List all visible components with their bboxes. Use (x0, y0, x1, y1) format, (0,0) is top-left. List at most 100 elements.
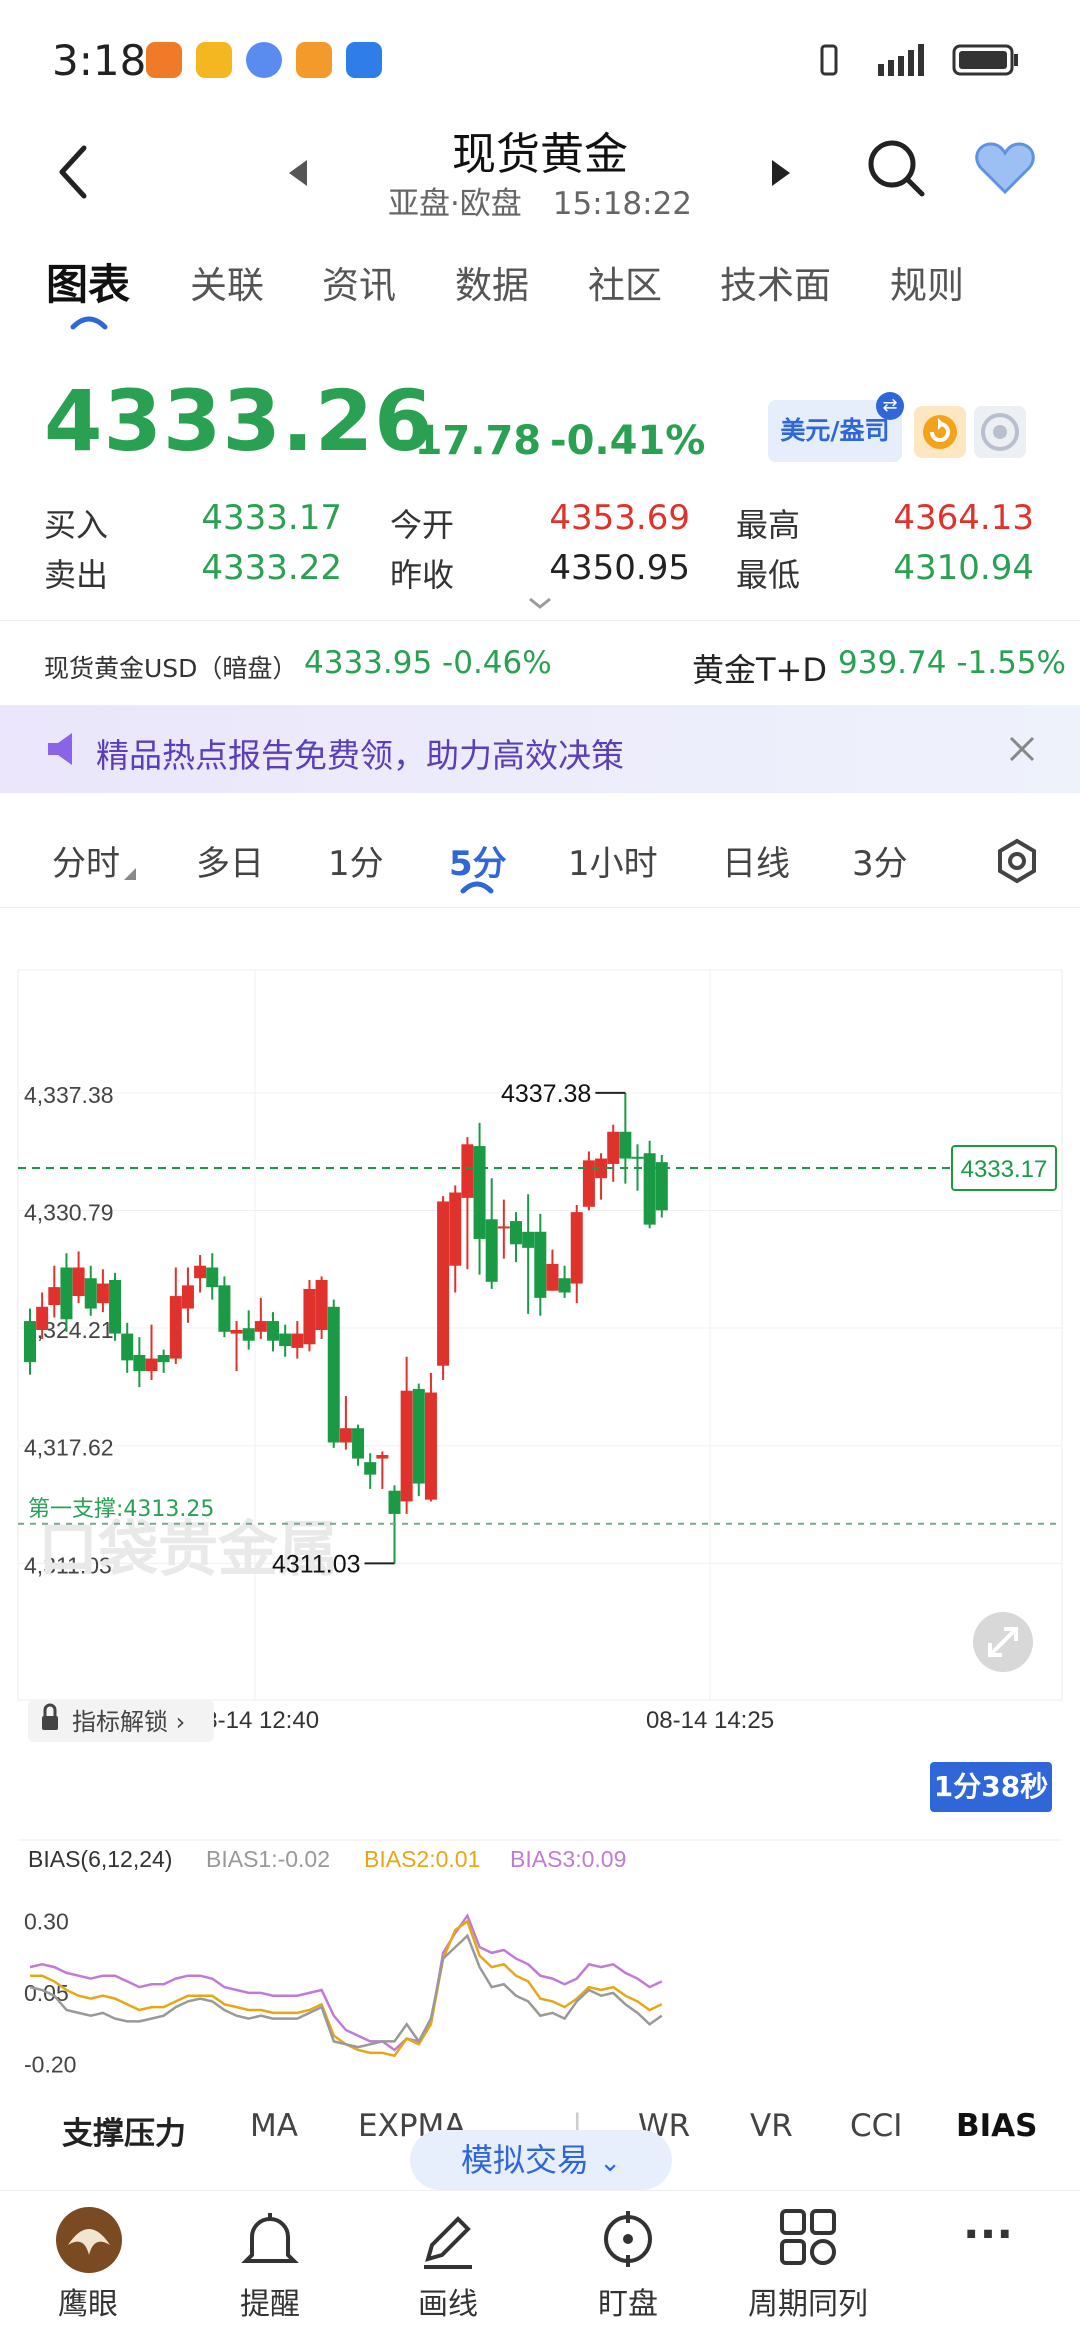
expand-chevron-icon[interactable] (526, 596, 554, 610)
search-icon[interactable] (866, 138, 926, 198)
dark-pool-label: 现货黄金USD（暗盘） (44, 654, 298, 683)
swap-icon[interactable]: ⇄ (876, 392, 904, 420)
period-active-indicator (460, 881, 494, 894)
bias2-label: BIAS2:0.01 (364, 1846, 480, 1872)
low-marker-label: 4311.03 (272, 1550, 361, 1578)
candle-body (619, 1131, 632, 1159)
period-1hour[interactable]: 1小时 (568, 836, 658, 885)
period-multiday[interactable]: 多日 (196, 836, 264, 885)
chevron-down-circle-icon: ⌄ (599, 2148, 621, 2178)
indicator-unlock-label: 指标解锁 › (72, 1708, 185, 1736)
bulb-icon (346, 42, 382, 78)
dropdown-triangle-icon (124, 868, 136, 880)
tool-vr[interactable]: VR (750, 2108, 793, 2144)
megaphone-icon (48, 733, 72, 765)
sim-trade-label: 模拟交易 (461, 2141, 590, 2179)
candle-body (24, 1321, 36, 1363)
low-value: 4310.94 (893, 548, 1034, 588)
price-change-pct: -0.41% (550, 418, 706, 464)
bias2-line (30, 1919, 663, 2058)
candle-body (424, 1392, 437, 1500)
candle-body (36, 1306, 49, 1330)
app-notify-icon (146, 42, 182, 78)
candle-body (60, 1267, 73, 1320)
td-label[interactable]: 黄金T+D (692, 645, 827, 691)
candle-body (315, 1280, 328, 1330)
tab-related[interactable]: 关联 (190, 255, 264, 309)
tool-ma[interactable]: MA (250, 2108, 298, 2144)
candle-body (364, 1462, 377, 1475)
sim-trade-button[interactable]: 模拟交易 ⌄ (410, 2130, 672, 2190)
period-3min[interactable]: 3分 (852, 836, 908, 885)
candle-body (510, 1221, 522, 1245)
replay-icon[interactable] (914, 406, 966, 458)
last-price: 4333.26 (44, 372, 434, 470)
candle-body (437, 1201, 450, 1366)
high-label: 最高 (736, 506, 801, 544)
bid-value: 4333.17 (201, 498, 342, 538)
tool-support[interactable]: 支撑压力 (62, 2108, 186, 2153)
candle-body (607, 1131, 620, 1164)
bias-title: BIAS(6,12,24) (28, 1846, 172, 1872)
quote-panel: 4333.26 -17.78 -0.41% 美元/盎司 ⇄ 买入 4333.17… (0, 370, 1080, 610)
tab-community[interactable]: 社区 (588, 255, 662, 309)
candle-body (133, 1355, 146, 1372)
candle-body (291, 1333, 304, 1348)
tab-active-indicator (70, 316, 108, 330)
favorite-heart-icon[interactable] (974, 140, 1036, 196)
candle-body (267, 1321, 279, 1341)
banner-text: 精品热点报告免费领，助力高效决策 (96, 736, 624, 775)
tool-cci[interactable]: CCI (850, 2108, 902, 2144)
period-intraday[interactable]: 分时 (52, 836, 120, 885)
candle-body (194, 1265, 207, 1279)
close-icon[interactable] (1008, 735, 1036, 763)
candle-body (181, 1285, 194, 1309)
period-5min[interactable]: 5分 (449, 836, 507, 885)
more-dots-icon: ··· (962, 2209, 1014, 2260)
candle-body (84, 1278, 97, 1309)
candle-body (96, 1283, 109, 1304)
tab-technical[interactable]: 技术面 (720, 255, 831, 309)
bid-label: 买入 (44, 506, 109, 544)
eagle-eye-icon (56, 2207, 122, 2273)
next-symbol-icon[interactable] (770, 158, 792, 188)
candle-body (121, 1333, 134, 1361)
candlestick-chart[interactable]: 4,337.384,330.794,324.214,317.624,311.03… (0, 910, 1080, 2100)
target-icon (604, 2211, 652, 2267)
ask-value: 4333.22 (201, 548, 342, 588)
settings-circle-icon[interactable] (974, 406, 1026, 458)
candle-body (485, 1219, 498, 1282)
bottom-nav: 鹰眼 提醒 画线 盯盘 周期同列 ··· (0, 2190, 1080, 2331)
promo-banner[interactable]: 精品热点报告免费领，助力高效决策 (0, 705, 1080, 793)
header: 现货黄金 亚盘·欧盘 15:18:22 (0, 110, 1080, 222)
candle-body (655, 1162, 668, 1211)
video-icon (296, 42, 332, 78)
tab-data[interactable]: 数据 (455, 255, 529, 309)
period-selector: 分时 多日 1分 5分 1小时 日线 3分 (0, 818, 1080, 908)
candle-body (570, 1212, 583, 1284)
period-daily[interactable]: 日线 (722, 836, 790, 885)
candle-body (473, 1146, 486, 1239)
candle-body (72, 1267, 85, 1297)
nav-more[interactable]: ··· (880, 2191, 1080, 2332)
td-value[interactable]: 939.74 -1.55% (838, 645, 1066, 681)
chart-settings-icon[interactable] (994, 838, 1040, 884)
music-icon (246, 42, 282, 78)
candle-body (643, 1153, 656, 1225)
tab-news[interactable]: 资讯 (322, 255, 396, 309)
high-marker-label: 4337.38 (501, 1080, 591, 1108)
ask-label: 卖出 (44, 556, 109, 594)
tab-rules[interactable]: 规则 (890, 255, 964, 309)
candle-body (242, 1328, 255, 1341)
tab-chart[interactable]: 图表 (46, 251, 130, 312)
period-1min[interactable]: 1分 (328, 836, 384, 885)
pencil-icon (424, 2216, 472, 2269)
main-tabs: 图表 关联 资讯 数据 社区 技术面 规则 (0, 255, 1080, 335)
tool-bias[interactable]: BIAS (956, 2108, 1037, 2144)
y-tick-label: 4,337.38 (24, 1082, 114, 1108)
open-value: 4353.69 (549, 498, 690, 538)
lock-icon (42, 1716, 58, 1730)
candle-body (558, 1278, 571, 1293)
candle-body (206, 1267, 219, 1288)
candle-body (218, 1285, 231, 1332)
